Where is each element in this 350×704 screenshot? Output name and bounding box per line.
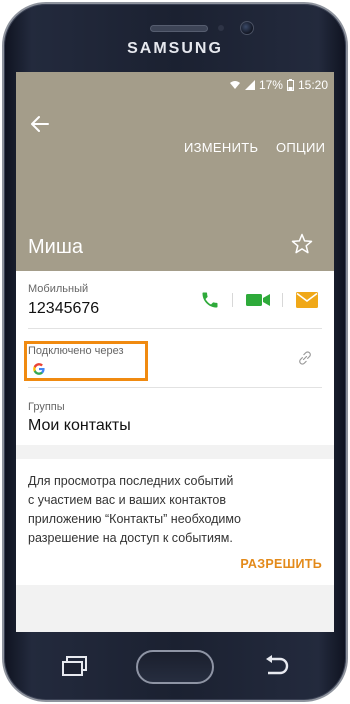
- permission-card: Для просмотра последних событий с участи…: [16, 459, 334, 585]
- envelope-icon[interactable]: [296, 292, 318, 308]
- status-bar: 17% 15:20: [16, 72, 334, 98]
- divider: [28, 387, 322, 388]
- permission-line: с участием вас и ваших контактов: [28, 493, 227, 507]
- screen: 17% 15:20 ИЗМЕНИТЬ ОПЦИИ Миша Мобильный …: [16, 72, 334, 632]
- contact-header: ИЗМЕНИТЬ ОПЦИИ Миша: [16, 98, 334, 271]
- contact-name: Миша: [28, 236, 83, 258]
- allow-button[interactable]: РАЗРЕШИТЬ: [240, 557, 322, 571]
- home-button[interactable]: [136, 650, 214, 684]
- mobile-number[interactable]: 12345676: [28, 300, 99, 318]
- permission-line: Для просмотра последних событий: [28, 474, 234, 488]
- options-button[interactable]: ОПЦИИ: [276, 140, 325, 155]
- permission-message: Для просмотра последних событий с участи…: [28, 472, 328, 548]
- front-camera: [240, 21, 254, 35]
- star-icon[interactable]: [290, 232, 314, 256]
- mobile-label: Мобильный: [28, 283, 89, 295]
- battery-percent: 17%: [258, 78, 283, 92]
- back-arrow-icon[interactable]: [28, 112, 52, 136]
- contact-details-card: Мобильный 12345676 Подключено через Груп…: [16, 271, 334, 445]
- permission-line: разрешение на доступ к событиям.: [28, 531, 233, 545]
- divider: [28, 328, 322, 329]
- signal-icon: [244, 80, 255, 90]
- google-icon: [33, 363, 45, 375]
- connected-via-label: Подключено через: [28, 345, 124, 357]
- recent-apps-icon[interactable]: [62, 656, 88, 676]
- proximity-sensor: [218, 25, 224, 31]
- permission-line: приложению “Контакты” необходимо: [28, 512, 241, 526]
- battery-icon: [286, 79, 294, 91]
- back-icon[interactable]: [262, 654, 290, 678]
- phone-icon[interactable]: [200, 290, 220, 310]
- link-icon[interactable]: [296, 349, 314, 367]
- action-divider: [232, 293, 233, 307]
- device-brand: SAMSUNG: [127, 40, 223, 57]
- status-time: 15:20: [297, 78, 328, 92]
- earpiece-speaker: [150, 25, 208, 32]
- groups-value[interactable]: Мои контакты: [28, 417, 131, 435]
- action-divider: [282, 293, 283, 307]
- wifi-icon: [229, 81, 240, 89]
- groups-label: Группы: [28, 401, 65, 413]
- video-call-icon[interactable]: [246, 292, 270, 308]
- edit-button[interactable]: ИЗМЕНИТЬ: [184, 140, 258, 155]
